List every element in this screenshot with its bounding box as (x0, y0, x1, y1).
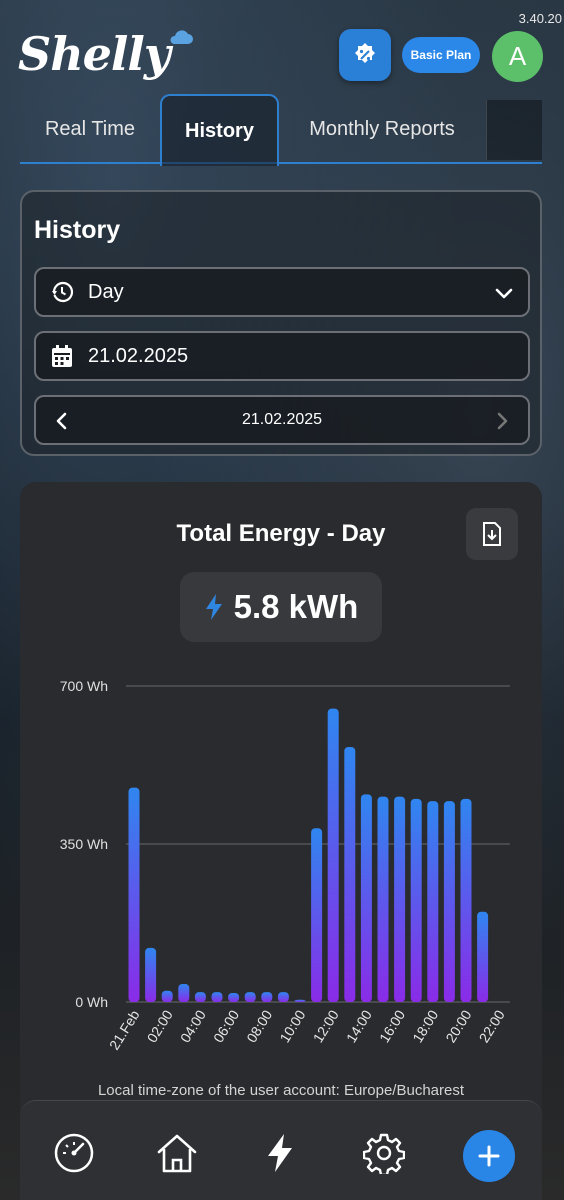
x-tick-label: 06:00 (210, 1007, 242, 1045)
date-field-value: 21.02.2025 (88, 344, 189, 367)
x-tick-label: 08:00 (243, 1007, 275, 1045)
app-version: 3.40.20 (518, 11, 562, 26)
tab-monthly-reports[interactable]: Monthly Reports (279, 94, 485, 164)
shelly-logo: Shelly (18, 27, 171, 81)
bar-18:00[interactable] (427, 801, 439, 1002)
home-icon (157, 1134, 197, 1173)
x-tick-label: 12:00 (310, 1007, 342, 1045)
date-navigator-label: 21.02.2025 (241, 411, 323, 428)
x-tick-label: 10:00 (276, 1007, 308, 1045)
tab-scroll-fade (486, 100, 542, 160)
x-tick-label: 14:00 (343, 1007, 375, 1045)
cloud-icon (170, 30, 193, 44)
calendar-icon (50, 344, 74, 368)
energy-chart-card: Total Energy - Day 5.8 kWh 0 Wh 350 Wh 700… (20, 482, 542, 1200)
tab-history[interactable]: History (160, 94, 279, 166)
bar-05:00[interactable] (211, 992, 223, 1002)
discount-badge-icon (355, 43, 375, 63)
bar-19:00[interactable] (443, 801, 455, 1002)
promo-button[interactable] (339, 29, 391, 81)
bar-21:00[interactable] (477, 911, 489, 1002)
y-tick-label: 350 Wh (60, 836, 108, 852)
bar-13:00[interactable] (344, 746, 356, 1002)
x-tick-label: 16:00 (376, 1007, 408, 1045)
tab-real-time[interactable]: Real Time (20, 94, 160, 164)
gauge-icon (54, 1133, 94, 1173)
bar-16:00[interactable] (394, 796, 406, 1002)
bottom-navigation (20, 1100, 542, 1200)
bar-17:00[interactable] (410, 798, 422, 1002)
x-tick-label: 21.Feb (106, 1007, 143, 1053)
y-tick-label: 700 Wh (60, 678, 108, 694)
bar-06:00[interactable] (228, 992, 240, 1002)
y-tick-label: 0 Wh (75, 994, 108, 1010)
lightning-icon (268, 1134, 292, 1172)
bar-14:00[interactable] (360, 794, 372, 1002)
plus-icon (478, 1145, 500, 1167)
x-tick-label: 20:00 (442, 1007, 474, 1045)
x-tick-label: 18:00 (409, 1007, 441, 1045)
avatar[interactable]: A (492, 31, 543, 82)
timezone-note: Local time-zone of the user account: Eur… (97, 1082, 465, 1099)
tab-bar: Real Time History Monthly Reports (20, 94, 542, 166)
add-button[interactable] (463, 1130, 515, 1182)
x-tick-label: 04:00 (177, 1007, 209, 1045)
nav-settings[interactable] (360, 1129, 408, 1177)
basic-plan-button[interactable]: Basic Plan (402, 37, 480, 73)
bar-03:00[interactable] (178, 983, 190, 1002)
bar-04:00[interactable] (194, 992, 206, 1002)
bar-20:00[interactable] (460, 798, 472, 1002)
history-card: History Day 21.02.2025 21.02.2025 (20, 190, 542, 456)
bar-08:00[interactable] (261, 992, 273, 1002)
nav-dashboard[interactable] (50, 1129, 98, 1177)
nav-energy[interactable] (256, 1129, 304, 1177)
x-tick-label: 22:00 (476, 1007, 508, 1045)
bar-09:00[interactable] (277, 992, 289, 1002)
bar-07:00[interactable] (244, 992, 256, 1002)
chevron-down-icon (495, 288, 513, 299)
chevron-left-icon[interactable] (50, 409, 74, 433)
energy-bar-chart: 0 Wh 350 Wh 700 Wh 21.Feb 02:00 04:00 06:00 08… (60, 678, 510, 1053)
gear-icon (363, 1133, 405, 1174)
bar-10:00[interactable] (294, 999, 306, 1002)
history-icon (50, 280, 74, 304)
period-select[interactable]: Day (34, 267, 530, 317)
date-field[interactable]: 21.02.2025 (34, 331, 530, 381)
x-tick-label: 02:00 (144, 1007, 176, 1045)
period-select-value: Day (88, 280, 124, 303)
chevron-right-icon[interactable] (490, 409, 514, 433)
nav-home[interactable] (153, 1129, 201, 1177)
bar-01:00[interactable] (145, 947, 157, 1002)
bar-02:00[interactable] (161, 990, 173, 1002)
history-title: History (34, 216, 121, 244)
bar-12:00[interactable] (327, 708, 339, 1002)
bar-11:00[interactable] (311, 828, 323, 1002)
date-navigator: 21.02.2025 (34, 395, 530, 445)
bar-15:00[interactable] (377, 796, 389, 1002)
bar-00:00[interactable] (128, 787, 140, 1002)
